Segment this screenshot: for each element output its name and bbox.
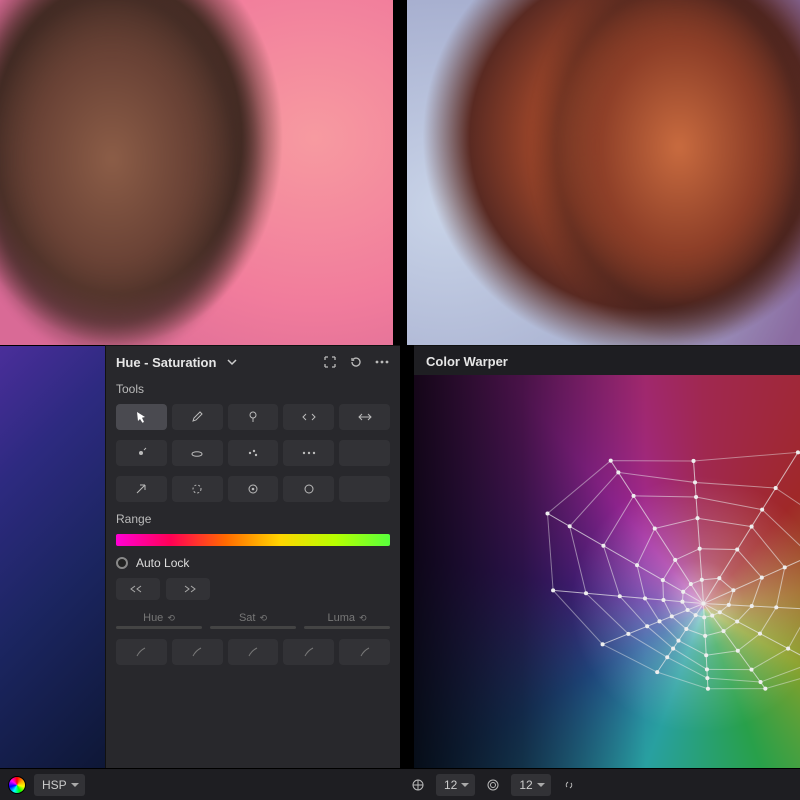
viewer-right[interactable] [407, 0, 800, 345]
autolock-toggle[interactable] [116, 557, 128, 569]
ring-tool[interactable] [283, 476, 334, 502]
target-tool[interactable] [228, 476, 279, 502]
reset-icon[interactable] [346, 352, 366, 372]
tools-row-2 [106, 436, 400, 472]
range-gradient[interactable] [116, 534, 390, 546]
brush-row [106, 635, 400, 673]
grid-icon[interactable] [408, 775, 428, 795]
circle-select-tool[interactable] [172, 476, 223, 502]
hue-label: Hue [143, 612, 163, 624]
left-bottom-bar: HSP [0, 768, 400, 800]
tools-row-3 [106, 472, 400, 508]
pointer-tool[interactable] [116, 404, 167, 430]
brush-5[interactable] [339, 639, 390, 665]
angular-grid-icon[interactable] [483, 775, 503, 795]
panel-title: Hue - Saturation [116, 355, 216, 370]
expand-icon[interactable] [320, 352, 340, 372]
range-section-label: Range [106, 508, 400, 530]
brush-2[interactable] [172, 639, 223, 665]
hue-reset-icon[interactable]: ⟲ [167, 613, 175, 624]
sat-slider[interactable] [210, 626, 296, 629]
hsl-sliders: Hue⟲ Sat⟲ Luma⟲ [106, 610, 400, 635]
add-point-tool[interactable] [116, 440, 167, 466]
nudge-right-button[interactable] [166, 578, 210, 600]
right-bottom-bar: 12 12 [400, 768, 800, 800]
tool-empty-1 [339, 440, 390, 466]
brush-1[interactable] [116, 639, 167, 665]
hue-slider[interactable] [116, 626, 202, 629]
color-warper-scope[interactable] [414, 375, 800, 800]
brush-4[interactable] [283, 639, 334, 665]
brush-3[interactable] [228, 639, 279, 665]
nudge-left-button[interactable] [116, 578, 160, 600]
warper-mesh[interactable] [414, 375, 800, 791]
hue-saturation-panel: Hue - Saturation Tools [105, 345, 400, 800]
preview-image-left [0, 0, 340, 345]
mode-dropdown[interactable]: HSP [34, 774, 85, 796]
color-warper-title: Color Warper [414, 346, 800, 375]
hue-sat-scope[interactable] [0, 345, 105, 800]
pencil-tool[interactable] [172, 404, 223, 430]
tool-empty-2 [339, 476, 390, 502]
spread-tool[interactable] [339, 404, 390, 430]
link-icon[interactable] [559, 775, 579, 795]
autolock-label: Auto Lock [136, 556, 189, 570]
three-dots-tool[interactable] [283, 440, 334, 466]
color-wheel-icon[interactable] [8, 776, 26, 794]
tools-section-label: Tools [106, 378, 400, 400]
angular-divisions-dropdown[interactable]: 12 [511, 774, 550, 796]
tools-row-1 [106, 400, 400, 436]
pin-tool[interactable] [228, 404, 279, 430]
cluster-tool[interactable] [228, 440, 279, 466]
luma-label: Luma [327, 612, 355, 624]
luma-reset-icon[interactable]: ⟲ [359, 613, 367, 624]
chevron-down-icon[interactable] [222, 352, 242, 372]
arrow-tool[interactable] [116, 476, 167, 502]
lasso-tool[interactable] [172, 440, 223, 466]
more-icon[interactable] [372, 352, 392, 372]
contract-tool[interactable] [283, 404, 334, 430]
sat-reset-icon[interactable]: ⟲ [259, 613, 267, 624]
radial-divisions-dropdown[interactable]: 12 [436, 774, 475, 796]
color-warper-panel: Color Warper [414, 345, 800, 800]
luma-slider[interactable] [304, 626, 390, 629]
sat-label: Sat [239, 612, 256, 624]
viewer-left[interactable] [0, 0, 393, 345]
preview-image-right [437, 0, 800, 345]
